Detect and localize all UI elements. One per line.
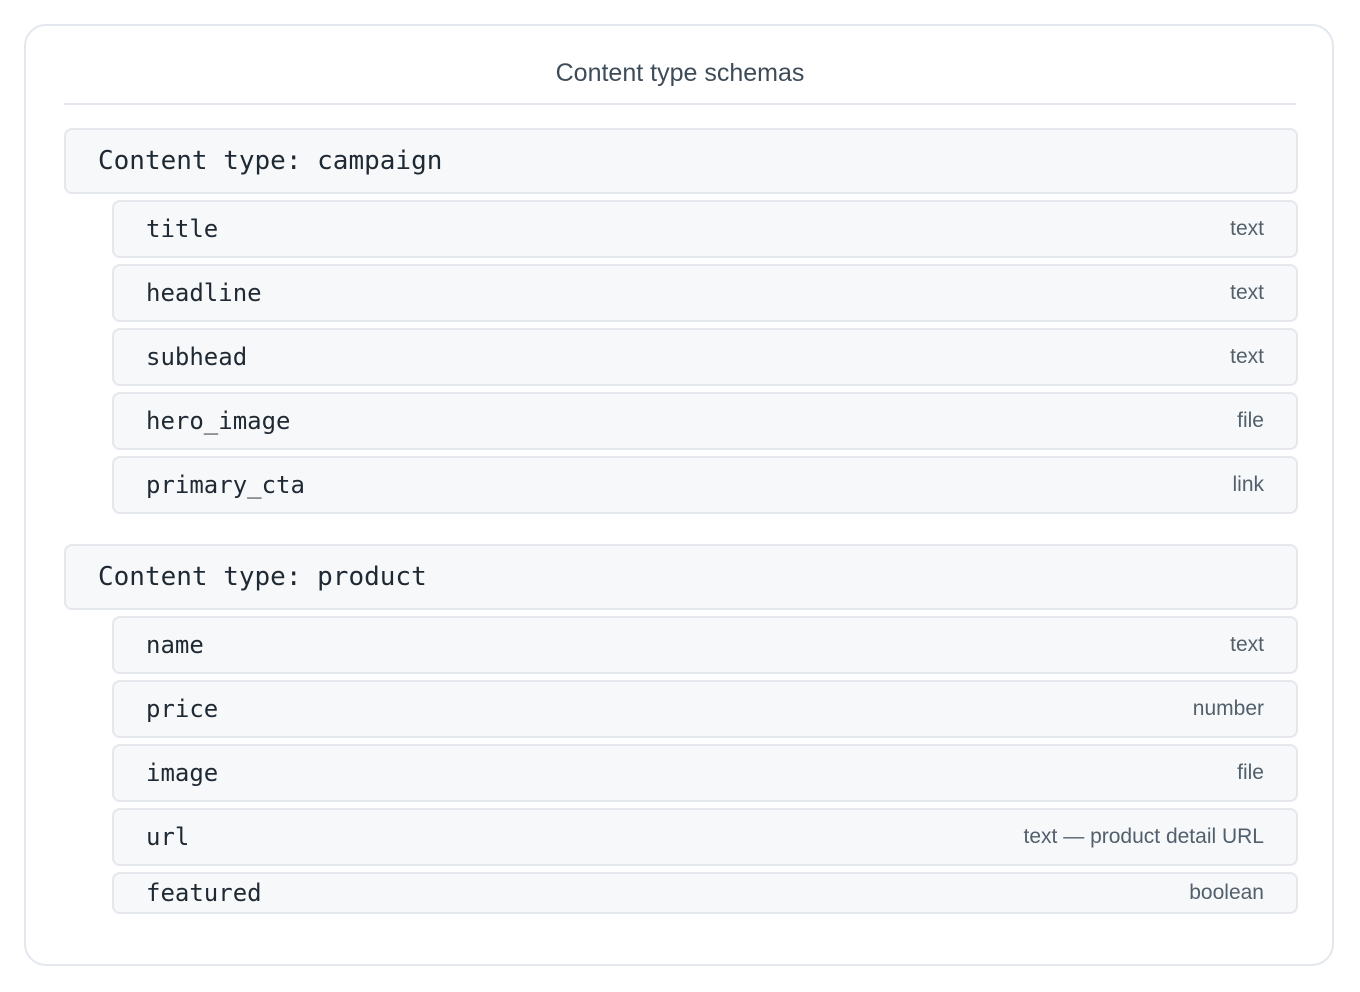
field-type: text (1230, 633, 1264, 656)
field-row-hero-image[interactable]: hero_image file (112, 392, 1298, 450)
panel-title: Content type schemas (555, 59, 805, 87)
field-type: text — product detail URL (1023, 825, 1264, 848)
field-type: link (1232, 473, 1264, 496)
field-name: headline (146, 279, 262, 307)
field-row-featured[interactable]: featured boolean (112, 872, 1298, 914)
field-name: hero_image (146, 407, 291, 435)
field-row-image[interactable]: image file (112, 744, 1298, 802)
field-row-price[interactable]: price number (112, 680, 1298, 738)
field-row-subhead[interactable]: subhead text (112, 328, 1298, 386)
field-name: price (146, 695, 219, 723)
content-type-header-campaign[interactable]: Content type: campaign (64, 128, 1298, 194)
field-name: title (146, 215, 219, 243)
field-type: file (1237, 761, 1264, 784)
field-type: text (1230, 345, 1264, 368)
field-row-primary-cta[interactable]: primary_cta link (112, 456, 1298, 514)
title-divider (64, 103, 1296, 105)
field-name: primary_cta (146, 471, 305, 499)
field-type: number (1192, 697, 1264, 720)
field-row-url[interactable]: url text — product detail URL (112, 808, 1298, 866)
field-type: boolean (1189, 881, 1264, 904)
field-name: featured (146, 879, 262, 907)
field-type: text (1230, 217, 1264, 240)
field-name: name (146, 631, 204, 659)
schema-panel: Content type schemas Content type: campa… (24, 24, 1334, 966)
field-name: subhead (146, 343, 248, 371)
field-type: file (1237, 409, 1264, 432)
content-type-header-product[interactable]: Content type: product (64, 544, 1298, 610)
field-row-title[interactable]: title text (112, 200, 1298, 258)
field-name: url (146, 823, 190, 851)
field-row-headline[interactable]: headline text (112, 264, 1298, 322)
field-type: text (1230, 281, 1264, 304)
field-row-name[interactable]: name text (112, 616, 1298, 674)
field-name: image (146, 759, 219, 787)
